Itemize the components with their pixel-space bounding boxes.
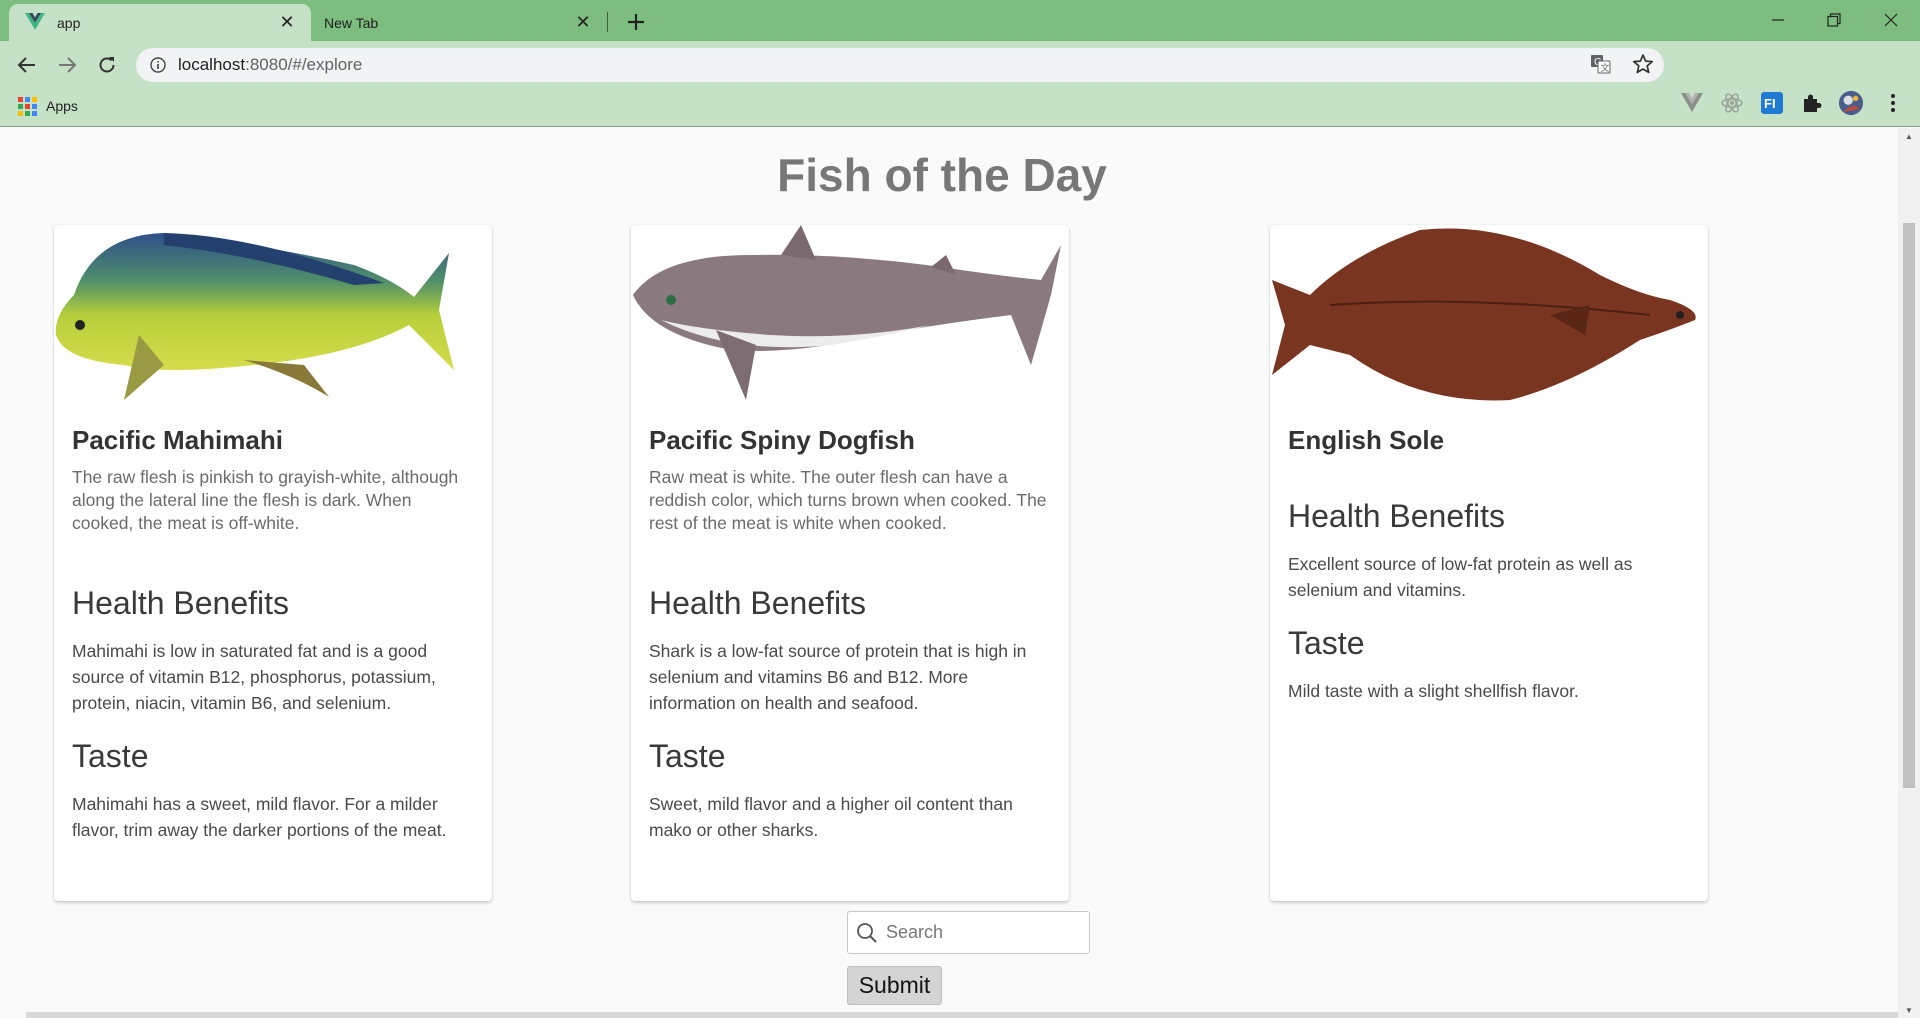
english-sole-image xyxy=(1272,228,1696,401)
vue-favicon-icon xyxy=(25,12,45,33)
forward-button[interactable] xyxy=(50,48,84,82)
taste-heading: Taste xyxy=(1288,625,1365,661)
health-benefits-text: Mahimahi is low in saturated fat and is … xyxy=(72,641,436,713)
search-icon xyxy=(857,922,877,943)
vue-extension-icon xyxy=(1681,93,1703,112)
fish-description: Raw meat is white. The outer flesh can h… xyxy=(649,467,1047,533)
scroll-down-icon[interactable]: ▼ xyxy=(1898,1002,1920,1018)
page-content: Fish of the Day Pacific Mahimahi The raw… xyxy=(0,128,1898,1018)
url-text[interactable]: localhost:8080/#/explore xyxy=(178,55,362,75)
tab-title: New Tab xyxy=(324,14,379,31)
tab-strip: app ✕ New Tab ✕ xyxy=(0,0,1920,41)
minimize-button[interactable] xyxy=(1758,4,1798,36)
fish-card-mahimahi: Pacific Mahimahi The raw flesh is pinkis… xyxy=(54,225,492,901)
tab-app[interactable]: app ✕ xyxy=(9,4,311,41)
dogfish-image xyxy=(633,225,1061,400)
health-benefits-text: Excellent source of low-fat protein as w… xyxy=(1288,554,1633,600)
close-tab-icon[interactable]: ✕ xyxy=(277,12,297,33)
vertical-scrollbar[interactable]: ▲ ▼ xyxy=(1898,128,1920,1018)
fish-description: The raw flesh is pinkish to grayish-whit… xyxy=(72,467,459,533)
tab-new-tab[interactable]: New Tab ✕ xyxy=(311,4,607,41)
fish-name: English Sole xyxy=(1288,425,1445,455)
extensions-button[interactable] xyxy=(1799,90,1825,116)
scrollbar-thumb[interactable] xyxy=(1903,223,1915,788)
fish-name: Pacific Spiny Dogfish xyxy=(649,425,915,455)
apps-grid-icon xyxy=(18,96,37,116)
restore-button[interactable] xyxy=(1814,4,1854,36)
new-tab-button[interactable] xyxy=(622,8,650,36)
scroll-up-icon[interactable]: ▲ xyxy=(1898,128,1920,144)
apps-label: Apps xyxy=(46,98,78,114)
vue-devtools-extension[interactable] xyxy=(1679,90,1705,116)
reload-button[interactable] xyxy=(90,48,124,82)
react-extension-icon xyxy=(1721,93,1743,113)
page-title: Fish of the Day xyxy=(777,149,1107,201)
close-window-button[interactable] xyxy=(1871,4,1911,36)
puzzle-icon xyxy=(1804,94,1822,112)
back-icon xyxy=(17,57,35,73)
submit-button[interactable]: Submit xyxy=(847,966,942,1005)
fish-name: Pacific Mahimahi xyxy=(72,425,283,455)
browser-toolbar: localhost:8080/#/explore G文 FI Apps xyxy=(0,41,1920,127)
plus-icon xyxy=(628,14,644,30)
bookmark-star-button[interactable] xyxy=(1628,49,1658,79)
translate-icon: G文 xyxy=(1591,55,1611,74)
health-benefits-heading: Health Benefits xyxy=(72,585,290,621)
search-field[interactable] xyxy=(847,911,1090,954)
fish-card-dogfish: Pacific Spiny Dogfish Raw meat is white.… xyxy=(631,225,1069,901)
fish-card-english-sole: English Sole Health Benefits Excellent s… xyxy=(1270,225,1708,901)
horizontal-scrollbar[interactable] xyxy=(26,1012,1898,1018)
fi-extension-icon: FI xyxy=(1761,92,1783,114)
taste-heading: Taste xyxy=(649,738,726,774)
close-tab-icon[interactable]: ✕ xyxy=(573,12,593,33)
health-benefits-text: Shark is a low-fat source of protein tha… xyxy=(649,641,1027,713)
url-host: localhost xyxy=(178,55,246,74)
avatar xyxy=(1838,90,1864,116)
mahimahi-image xyxy=(55,233,455,400)
fi-extension[interactable]: FI xyxy=(1759,90,1785,116)
health-benefits-heading: Health Benefits xyxy=(1288,498,1506,534)
info-icon[interactable] xyxy=(150,57,166,73)
tab-separator xyxy=(607,12,608,32)
taste-heading: Taste xyxy=(72,738,149,774)
chrome-menu-button[interactable] xyxy=(1880,90,1906,116)
forward-icon xyxy=(59,57,77,73)
menu-icon xyxy=(1891,94,1895,112)
back-button[interactable] xyxy=(10,48,44,82)
bookmark-apps[interactable]: Apps xyxy=(18,94,78,118)
search-input[interactable] xyxy=(886,922,1076,943)
taste-text: Mahimahi has a sweet, mild flavor. For a… xyxy=(72,794,447,840)
svg-text:FI: FI xyxy=(1764,96,1776,111)
profile-button[interactable] xyxy=(1838,90,1864,116)
translate-button[interactable]: G文 xyxy=(1586,49,1616,79)
reload-icon xyxy=(99,57,115,73)
svg-text:文: 文 xyxy=(1601,62,1610,74)
taste-text: Sweet, mild flavor and a higher oil cont… xyxy=(649,794,1013,840)
health-benefits-heading: Health Benefits xyxy=(649,585,867,621)
url-path: :8080/#/explore xyxy=(245,55,363,74)
address-bar[interactable]: localhost:8080/#/explore xyxy=(136,48,1664,82)
star-icon xyxy=(1632,54,1654,74)
tab-title: app xyxy=(57,14,81,31)
react-devtools-extension[interactable] xyxy=(1719,90,1745,116)
taste-text: Mild taste with a slight shellfish flavo… xyxy=(1288,681,1579,701)
